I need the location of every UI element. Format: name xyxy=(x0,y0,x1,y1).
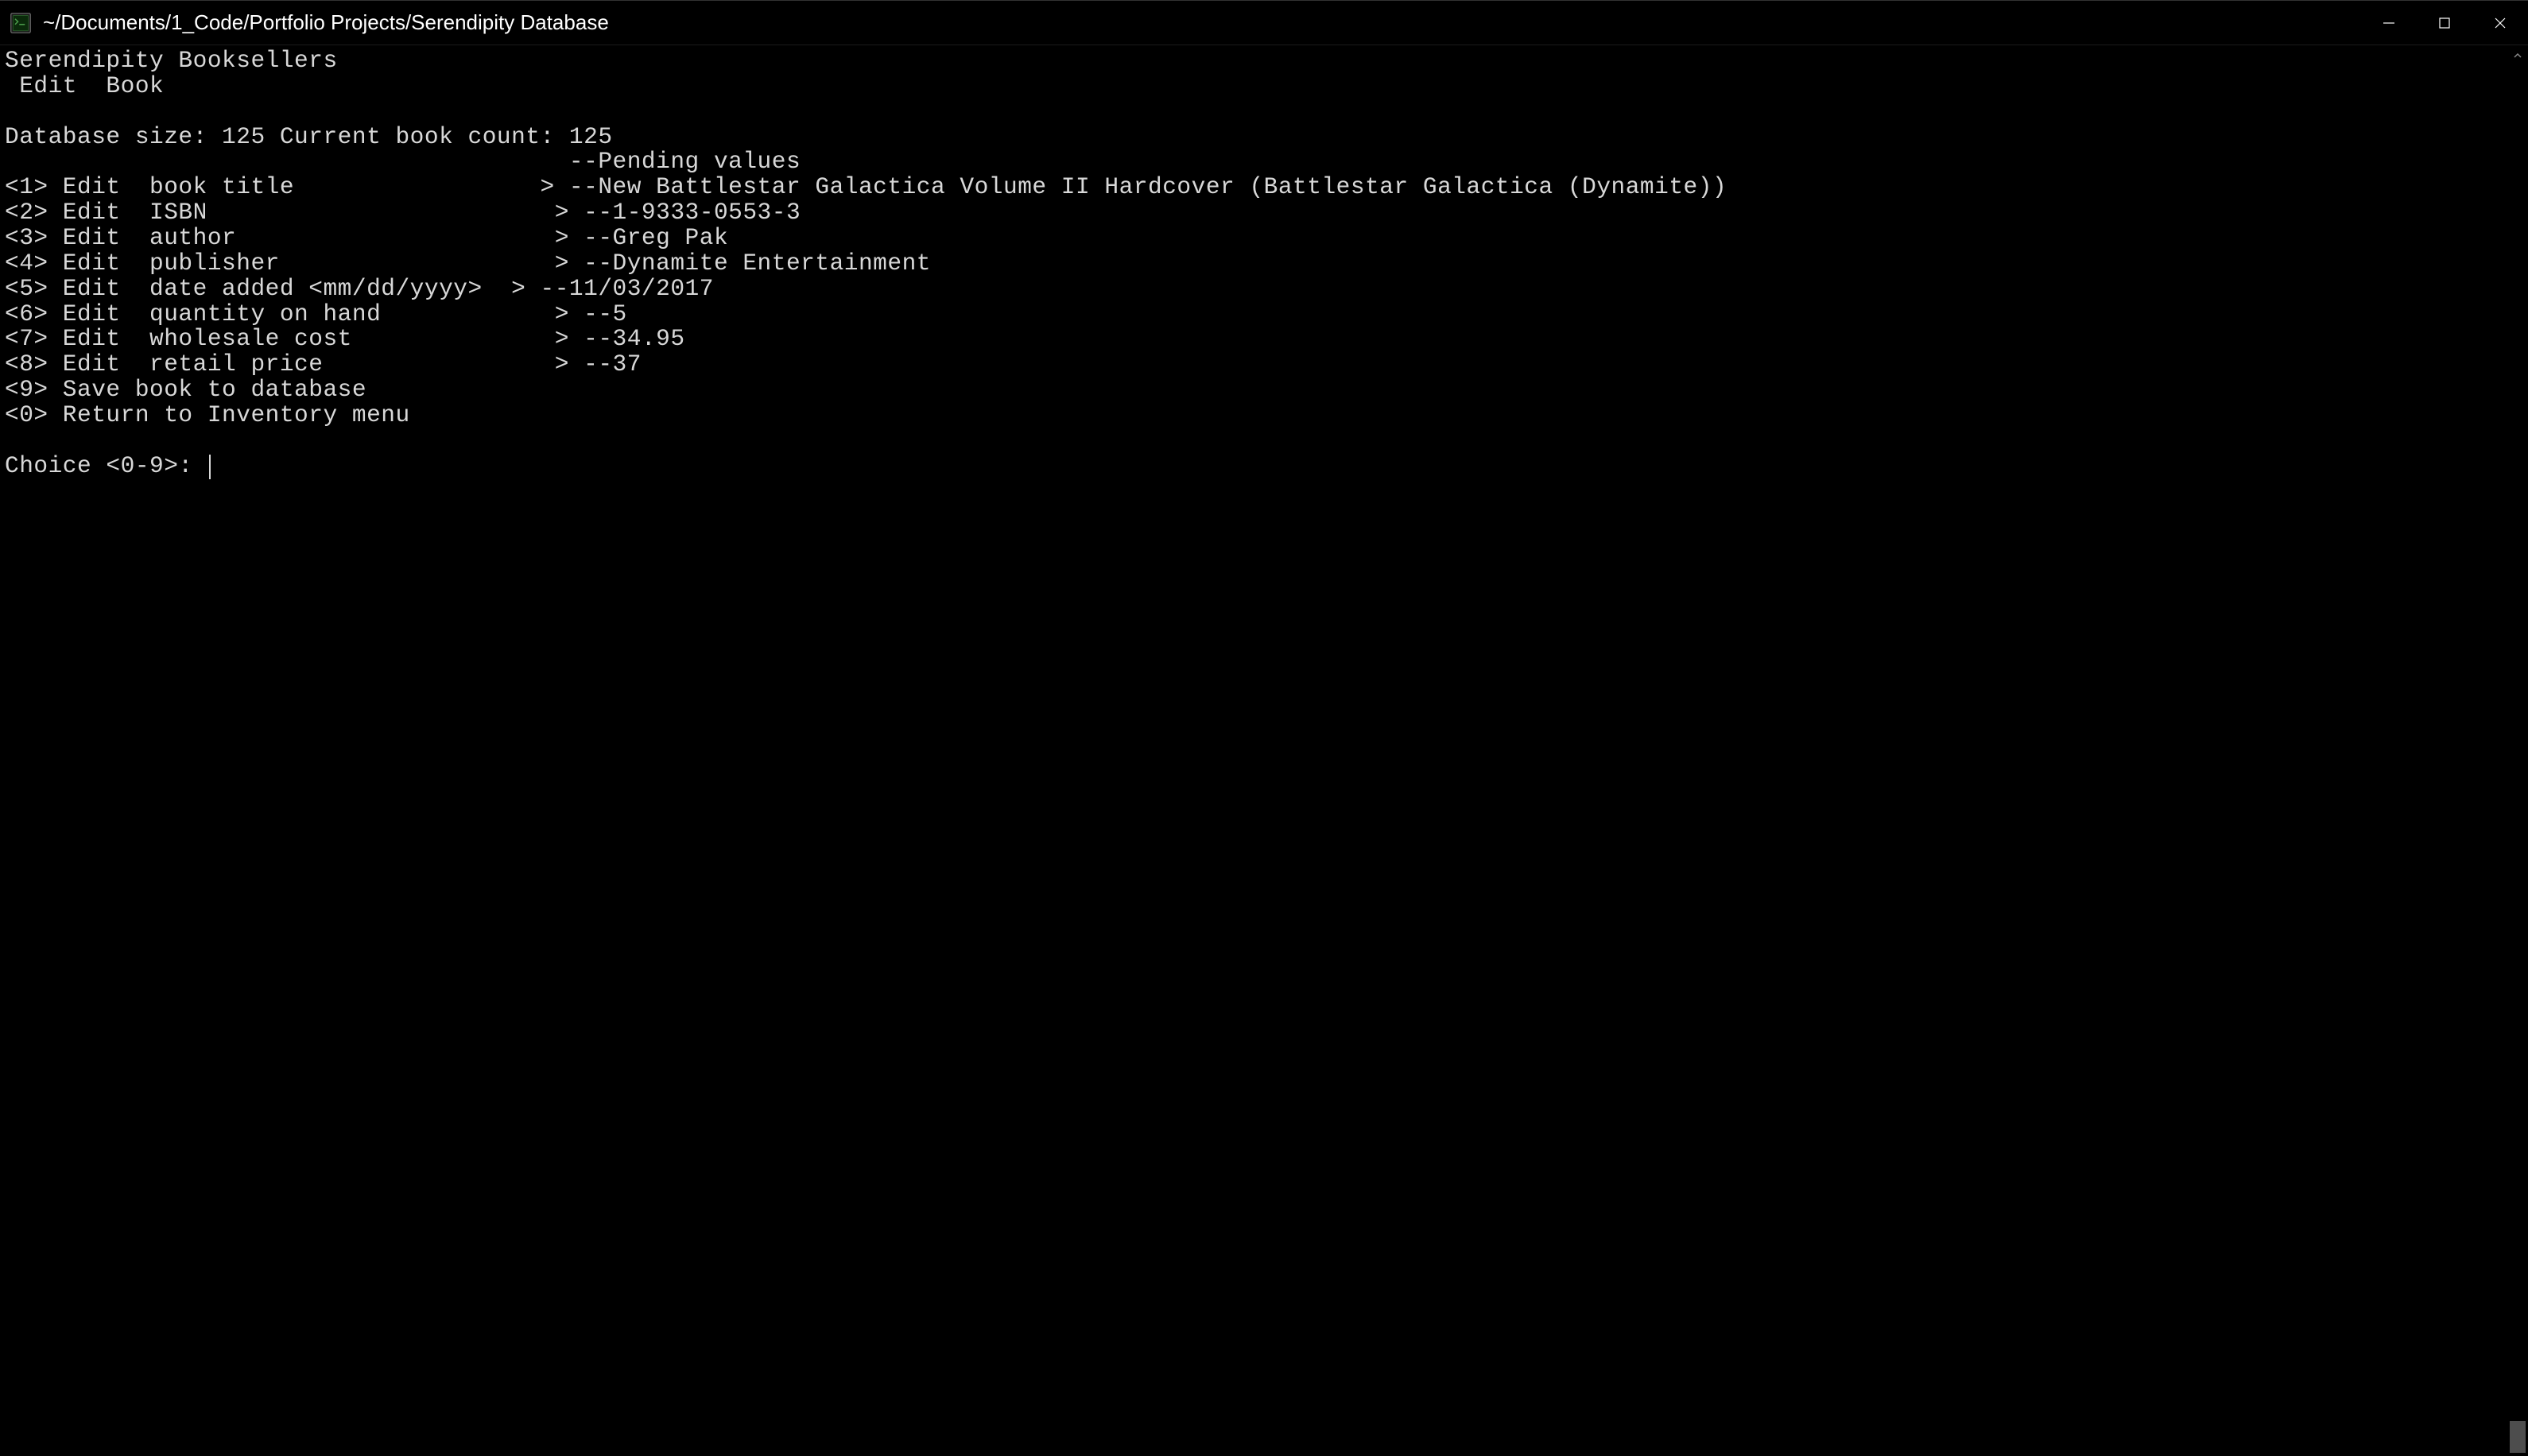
text-cursor xyxy=(209,455,211,479)
terminal-output[interactable]: Serendipity Booksellers Edit Book Databa… xyxy=(0,45,2507,1456)
titlebar[interactable]: ~/Documents/1_Code/Portfolio Projects/Se… xyxy=(0,1,2528,45)
maximize-button[interactable] xyxy=(2417,1,2472,45)
terminal-area: Serendipity Booksellers Edit Book Databa… xyxy=(0,45,2528,1456)
window-title: ~/Documents/1_Code/Portfolio Projects/Se… xyxy=(43,10,2361,35)
scroll-up-icon[interactable] xyxy=(2507,45,2528,66)
close-button[interactable] xyxy=(2472,1,2528,45)
app-icon xyxy=(10,12,32,34)
scrollbar[interactable] xyxy=(2507,45,2528,1456)
window-controls xyxy=(2361,1,2528,45)
terminal-window: ~/Documents/1_Code/Portfolio Projects/Se… xyxy=(0,0,2528,1456)
minimize-button[interactable] xyxy=(2361,1,2417,45)
scroll-thumb[interactable] xyxy=(2510,1421,2526,1453)
